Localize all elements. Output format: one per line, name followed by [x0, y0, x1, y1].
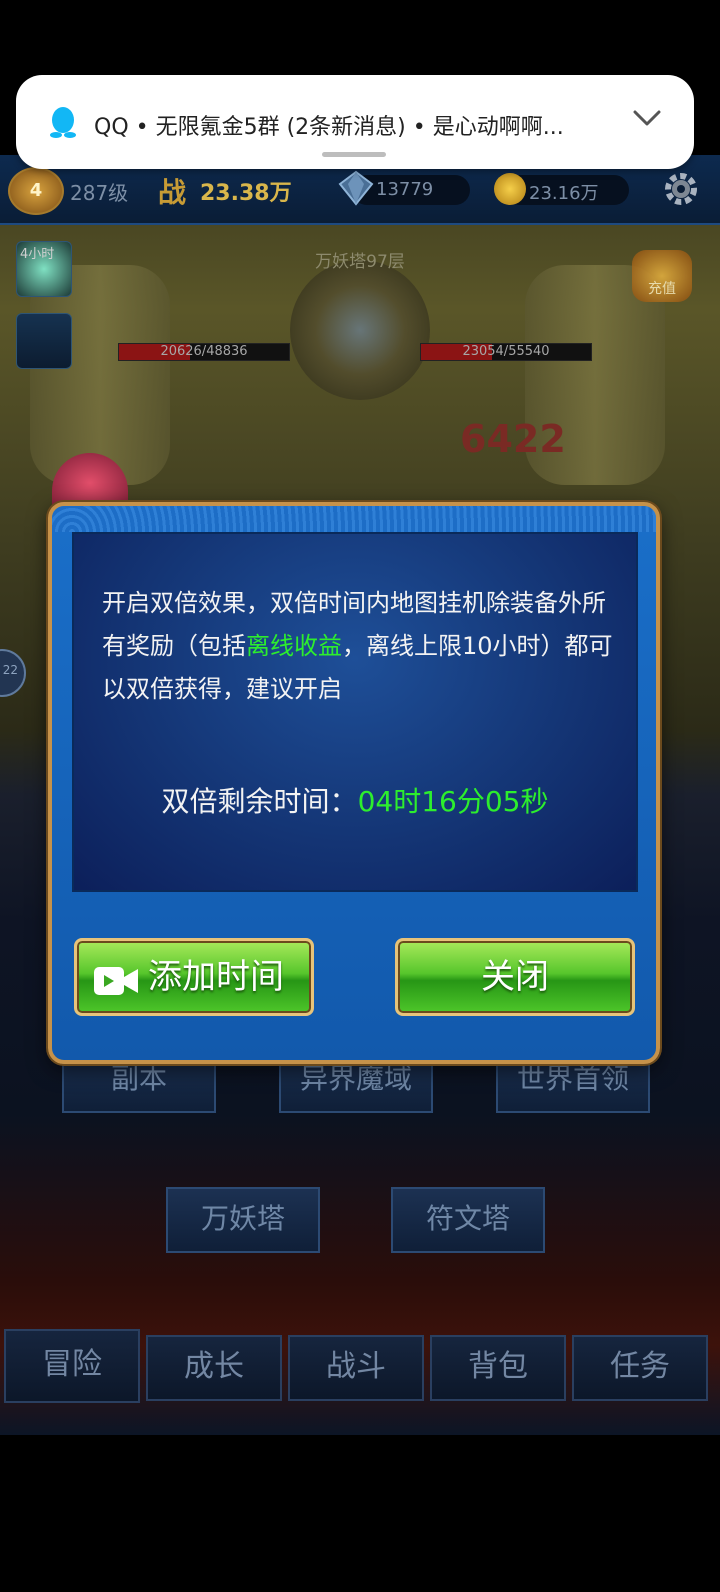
tower-medallion	[290, 260, 430, 400]
recharge-label: 充值	[648, 281, 676, 297]
hp-text-left: 20626/48836	[160, 344, 248, 359]
tab-battle[interactable]: 战斗	[288, 1335, 424, 1401]
double-reward-dialog: 开启双倍效果，双倍时间内地图挂机除装备外所有奖励（包括离线收益，离线上限10小时…	[48, 502, 660, 1064]
remaining-time: 双倍剩余时间：04时16分05秒	[74, 780, 636, 820]
gold-count: 23.16万	[529, 183, 599, 204]
armor-buff-icon[interactable]	[16, 313, 72, 369]
timer-label: 双倍剩余时间：	[161, 785, 358, 818]
power-label: 战	[158, 176, 187, 209]
stage-title: 万妖塔97层	[315, 252, 405, 272]
tab-quest[interactable]: 任务	[572, 1335, 708, 1401]
hp-bar-left: 20626/48836	[118, 343, 290, 361]
chevron-down-icon[interactable]	[632, 107, 662, 129]
buff-timer-label: 4小时	[20, 247, 55, 262]
desc-highlight: 离线收益	[246, 632, 342, 660]
drag-handle[interactable]	[322, 152, 386, 157]
side-round-button[interactable]: 22	[0, 649, 26, 697]
hp-text-right: 23054/55540	[462, 344, 550, 359]
gold-coin-icon	[494, 173, 526, 205]
side-round-number: 22	[2, 663, 18, 677]
tab-bag[interactable]: 背包	[430, 1335, 566, 1401]
dialog-content-panel: 开启双倍效果，双倍时间内地图挂机除装备外所有奖励（包括离线收益，离线上限10小时…	[72, 532, 638, 892]
tab-adventure[interactable]: 冒险	[4, 1329, 140, 1403]
rank-badge[interactable]: 4	[8, 167, 64, 215]
close-label: 关闭	[481, 957, 549, 997]
add-time-button[interactable]: 添加时间	[74, 938, 314, 1016]
video-camera-icon	[94, 967, 138, 995]
diamond-icon	[338, 170, 374, 206]
notification-text: QQ • 无限氪金5群 (2条新消息) • 是心动啊啊...	[94, 115, 564, 140]
qq-penguin-icon	[50, 107, 76, 138]
qq-notification-banner[interactable]: QQ • 无限氪金5群 (2条新消息) • 是心动啊啊...	[16, 75, 694, 169]
dialog-description: 开启双倍效果，双倍时间内地图挂机除装备外所有奖励（包括离线收益，离线上限10小时…	[102, 582, 622, 711]
hp-bar-right: 23054/55540	[420, 343, 592, 361]
close-button[interactable]: 关闭	[395, 938, 635, 1016]
left-pillar	[30, 265, 170, 485]
dialog-header-decoration	[52, 506, 656, 532]
diamond-count: 13779	[376, 179, 434, 200]
settings-gear-icon[interactable]	[662, 170, 700, 208]
recharge-icon[interactable]: 充值	[632, 250, 692, 302]
damage-number: 6422	[460, 417, 566, 461]
menu-demon-tower-button[interactable]: 万妖塔	[166, 1187, 320, 1253]
power-value: 23.38万	[200, 181, 292, 206]
timer-value: 04时16分05秒	[357, 785, 549, 818]
player-level: 287级	[70, 181, 129, 205]
tab-growth[interactable]: 成长	[146, 1335, 282, 1401]
menu-rune-tower-button[interactable]: 符文塔	[391, 1187, 545, 1253]
add-time-label: 添加时间	[148, 957, 284, 997]
